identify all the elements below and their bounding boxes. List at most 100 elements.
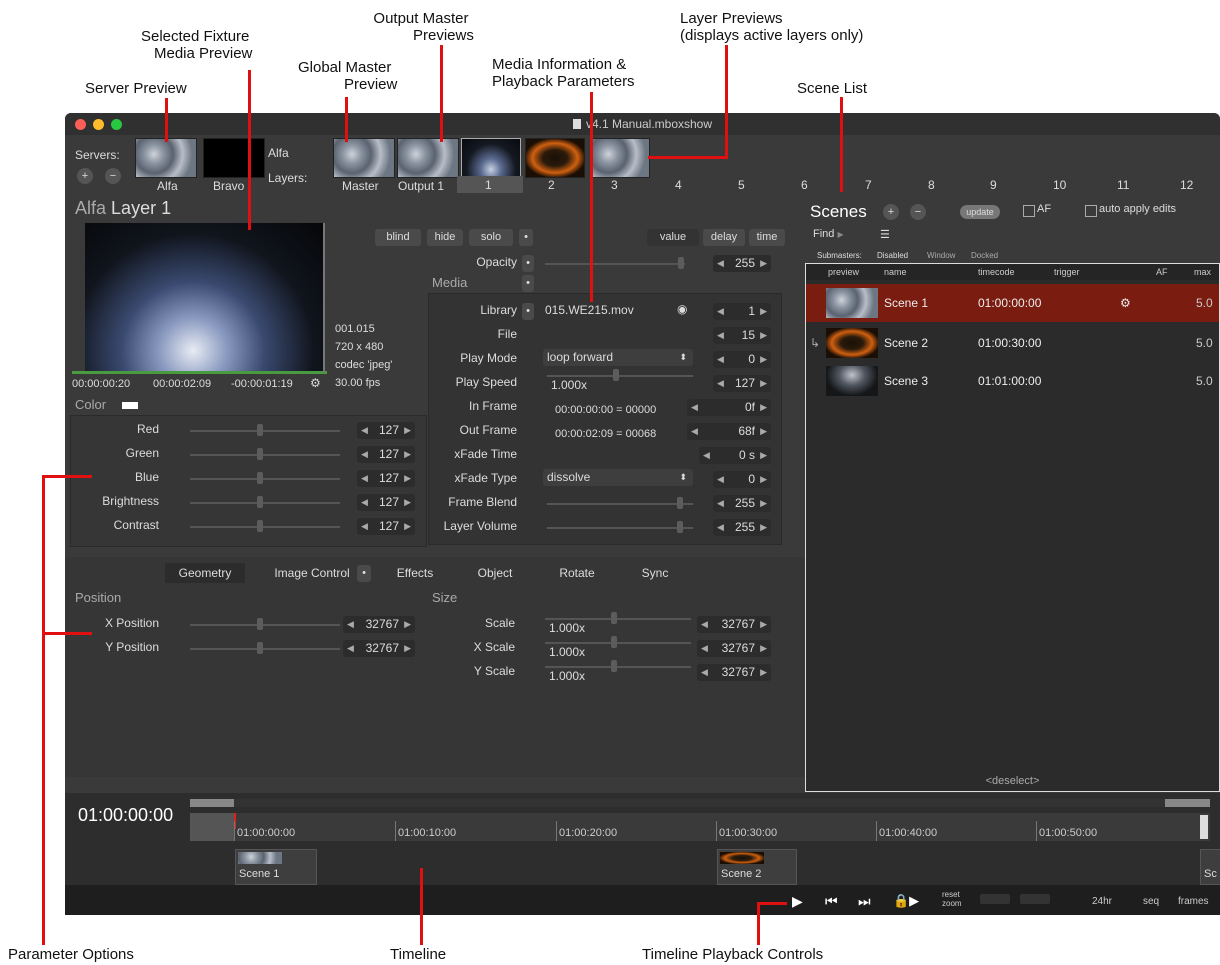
red-slider-knob[interactable]: [257, 424, 263, 436]
blue-slider[interactable]: [190, 478, 340, 480]
server-preview-bravo[interactable]: [203, 138, 265, 178]
filter-icon[interactable]: ☰: [880, 228, 890, 241]
timeline-zoom-track[interactable]: [190, 799, 1210, 807]
locked-play-icon[interactable]: 🔒▶: [893, 893, 919, 909]
skip-back-icon[interactable]: ⏮: [825, 893, 838, 910]
remove-scene-button[interactable]: −: [910, 204, 926, 220]
timeline-ruler[interactable]: 01:00:00:00 01:00:10:00 01:00:20:00 01:0…: [190, 813, 1210, 841]
layer-1-preview[interactable]: [461, 138, 521, 178]
file-stepper[interactable]: ◀ 15 ▶: [713, 327, 771, 344]
xfade-type-select[interactable]: dissolve ⬍: [543, 469, 693, 486]
play-speed-field[interactable]: 1.000x: [547, 377, 607, 394]
red-slider[interactable]: [190, 430, 340, 432]
out-frame-field[interactable]: 00:00:02:09 = 00068: [551, 426, 683, 443]
solo-button[interactable]: solo: [469, 229, 513, 246]
scale-stepper[interactable]: ◀ 32767 ▶: [697, 616, 771, 633]
gear-icon[interactable]: ⚙: [1120, 296, 1131, 310]
play-speed-stepper[interactable]: ◀ 127 ▶: [713, 375, 771, 392]
y-scale-stepper[interactable]: ◀ 32767 ▶: [697, 664, 771, 681]
layer-tab-8[interactable]: 8: [928, 178, 935, 192]
seq-toggle[interactable]: seq: [1143, 896, 1159, 907]
tab-object[interactable]: Object: [465, 563, 525, 583]
y-scale-slider-knob[interactable]: [611, 660, 617, 672]
24hr-toggle[interactable]: 24hr: [1092, 896, 1112, 907]
in-frame-field[interactable]: 00:00:00:00 = 00000: [551, 402, 683, 419]
layer-tab-6[interactable]: 6: [801, 178, 808, 192]
layer-volume-slider[interactable]: [547, 527, 693, 529]
zoom-out-button[interactable]: [980, 894, 1010, 904]
opacity-toggle[interactable]: •: [522, 255, 534, 272]
scene-row[interactable]: Scene 1 01:00:00:00 ⚙ 5.0: [806, 284, 1219, 322]
tab-effects[interactable]: Effects: [385, 563, 445, 583]
hide-button[interactable]: hide: [427, 229, 463, 246]
tab-rotate[interactable]: Rotate: [547, 563, 607, 583]
image-control-toggle[interactable]: •: [357, 565, 371, 582]
layer-tab-5[interactable]: 5: [738, 178, 745, 192]
library-toggle[interactable]: •: [522, 303, 534, 320]
layer-volume-slider-knob[interactable]: [677, 521, 683, 533]
column-max[interactable]: max: [1194, 267, 1211, 277]
layer-tab-11[interactable]: 11: [1117, 178, 1129, 192]
af-checkbox[interactable]: [1023, 205, 1035, 217]
in-frame-stepper[interactable]: ◀ 0f ▶: [687, 399, 771, 416]
timeline-clip[interactable]: Sc: [1200, 849, 1220, 885]
options-toggle-button[interactable]: •: [519, 229, 533, 246]
y-position-slider-knob[interactable]: [257, 642, 263, 654]
opacity-slider[interactable]: [545, 263, 685, 265]
layer-tab-10[interactable]: 10: [1053, 178, 1066, 192]
column-trigger[interactable]: trigger: [1054, 267, 1080, 277]
layer-3-preview[interactable]: [590, 138, 650, 178]
tab-sync[interactable]: Sync: [625, 563, 685, 583]
scene-row[interactable]: Scene 3 01:01:00:00 5.0: [806, 362, 1219, 400]
layer-tab-7[interactable]: 7: [865, 178, 872, 192]
x-position-stepper[interactable]: ◀ 32767 ▶: [343, 616, 415, 633]
layer-tab-12[interactable]: 12: [1180, 178, 1193, 192]
xfade-time-stepper[interactable]: ◀ 0 s ▶: [699, 447, 771, 464]
update-button[interactable]: update: [960, 205, 1000, 219]
scene-row[interactable]: ↳ Scene 2 01:00:30:00 5.0: [806, 324, 1219, 362]
green-slider[interactable]: [190, 454, 340, 456]
timeline-zoom-handle-right[interactable]: [1165, 799, 1210, 807]
x-position-slider[interactable]: [190, 624, 340, 626]
x-scale-slider[interactable]: [545, 642, 691, 644]
frames-toggle[interactable]: frames: [1178, 896, 1209, 907]
brightness-slider-knob[interactable]: [257, 496, 263, 508]
scale-field[interactable]: 1.000x: [545, 620, 605, 637]
layer-tab-1[interactable]: 1: [485, 178, 492, 192]
y-scale-field[interactable]: 1.000x: [545, 668, 605, 685]
xfade-type-stepper[interactable]: ◀ 0 ▶: [713, 471, 771, 488]
contrast-slider-knob[interactable]: [257, 520, 263, 532]
play-mode-stepper[interactable]: ◀ 0 ▶: [713, 351, 771, 368]
brightness-stepper[interactable]: ◀ 127 ▶: [357, 494, 415, 511]
play-icon[interactable]: ▶: [792, 893, 803, 910]
layer-2-preview[interactable]: [525, 138, 585, 178]
layer-tab-2[interactable]: 2: [548, 178, 555, 192]
timeline-zoom-handle-left[interactable]: [190, 799, 234, 807]
y-scale-slider[interactable]: [545, 666, 691, 668]
x-position-slider-knob[interactable]: [257, 618, 263, 630]
x-scale-field[interactable]: 1.000x: [545, 644, 605, 661]
contrast-stepper[interactable]: ◀ 127 ▶: [357, 518, 415, 535]
media-progress-bar[interactable]: [72, 371, 327, 374]
layer-tab-3[interactable]: 3: [611, 178, 618, 192]
frame-blend-slider-knob[interactable]: [677, 497, 683, 509]
layer-volume-stepper[interactable]: ◀ 255 ▶: [713, 519, 771, 536]
column-timecode[interactable]: timecode: [978, 267, 1015, 277]
skip-forward-icon[interactable]: ⏭: [858, 893, 871, 910]
out-frame-stepper[interactable]: ◀ 68f ▶: [687, 423, 771, 440]
submasters-window[interactable]: Window: [927, 251, 955, 260]
add-scene-button[interactable]: +: [883, 204, 899, 220]
eye-icon[interactable]: ◉: [677, 302, 687, 316]
y-position-slider[interactable]: [190, 648, 340, 650]
output-1-preview[interactable]: [397, 138, 459, 178]
media-toggle[interactable]: •: [522, 275, 534, 292]
library-stepper[interactable]: ◀ 1 ▶: [713, 303, 771, 320]
blind-button[interactable]: blind: [375, 229, 421, 246]
time-mode-button[interactable]: time: [749, 229, 785, 246]
green-slider-knob[interactable]: [257, 448, 263, 460]
column-name[interactable]: name: [884, 267, 907, 277]
y-position-stepper[interactable]: ◀ 32767 ▶: [343, 640, 415, 657]
red-stepper[interactable]: ◀ 127 ▶: [357, 422, 415, 439]
timeline-clip[interactable]: Scene 1: [235, 849, 317, 885]
submasters-disabled[interactable]: Disabled: [877, 251, 908, 260]
